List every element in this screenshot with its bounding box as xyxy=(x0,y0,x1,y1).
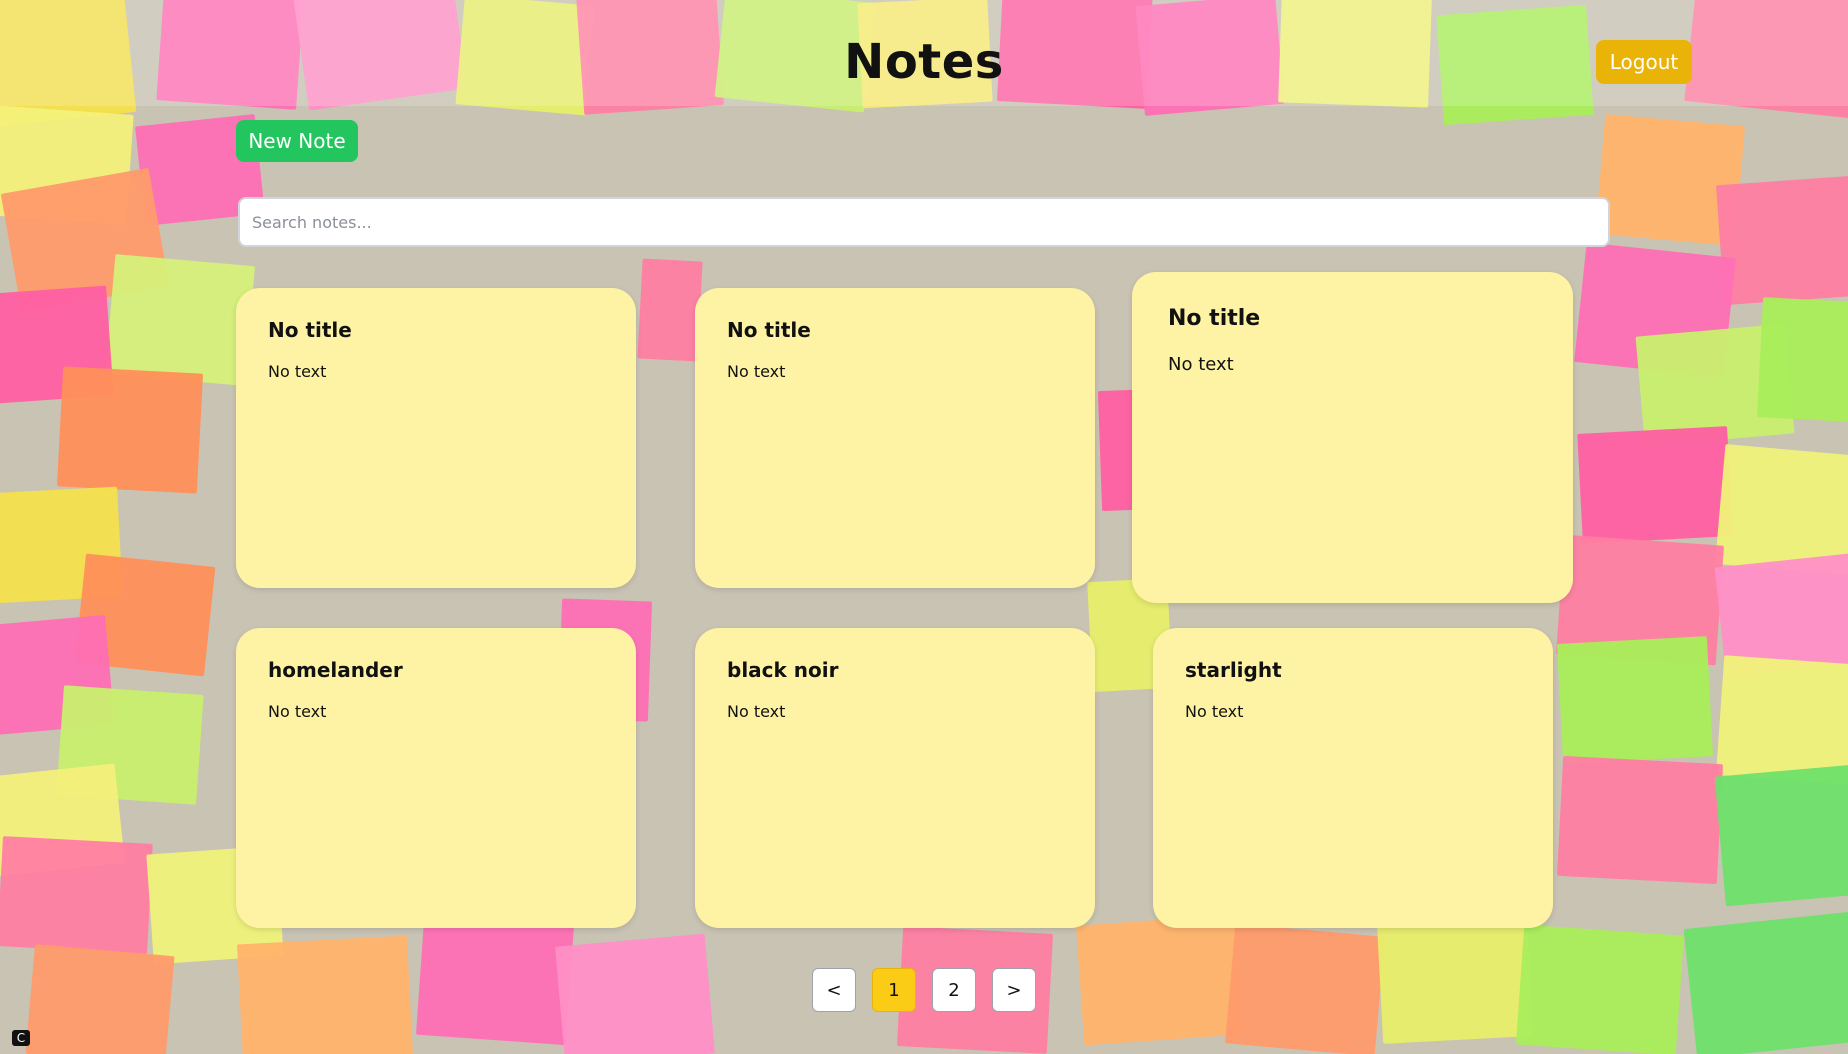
note-card[interactable]: No title No text xyxy=(236,288,636,588)
note-text: No text xyxy=(727,362,786,381)
note-title: starlight xyxy=(1185,658,1282,682)
note-title: No title xyxy=(727,318,811,342)
note-title: No title xyxy=(268,318,352,342)
prev-page-button[interactable]: < xyxy=(812,968,856,1012)
note-title: homelander xyxy=(268,658,403,682)
note-title: No title xyxy=(1168,306,1261,331)
note-card[interactable]: starlight No text xyxy=(1153,628,1553,928)
page-button-1[interactable]: 1 xyxy=(872,968,916,1012)
logout-button[interactable]: Logout xyxy=(1596,40,1692,84)
note-title: black noir xyxy=(727,658,839,682)
new-note-button[interactable]: New Note xyxy=(236,120,358,162)
search-input[interactable] xyxy=(238,197,1610,247)
note-text: No text xyxy=(727,702,786,721)
note-text: No text xyxy=(268,702,327,721)
next-page-button[interactable]: > xyxy=(992,968,1036,1012)
note-card[interactable]: No title No text xyxy=(695,288,1095,588)
page-title: Notes xyxy=(844,34,1004,90)
page-button-2[interactable]: 2 xyxy=(932,968,976,1012)
note-card[interactable]: homelander No text xyxy=(236,628,636,928)
note-card[interactable]: No title No text xyxy=(1132,272,1573,603)
note-text: No text xyxy=(1185,702,1244,721)
browser-extension-icon[interactable]: C xyxy=(12,1030,30,1046)
note-text: No text xyxy=(268,362,327,381)
note-text: No text xyxy=(1168,354,1234,375)
note-card[interactable]: black noir No text xyxy=(695,628,1095,928)
